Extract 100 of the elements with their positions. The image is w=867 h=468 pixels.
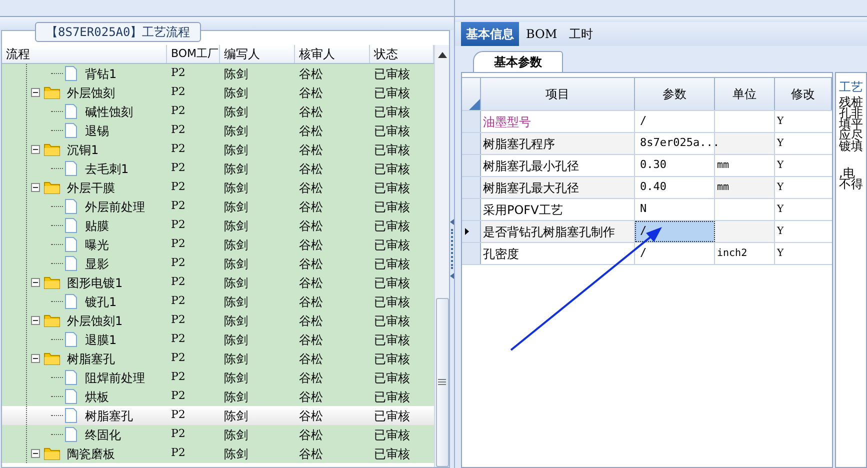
document-icon (65, 294, 77, 309)
tree-label: 曝光 (85, 236, 109, 254)
collapse-icon[interactable] (31, 183, 40, 192)
tree-label: 碱性蚀刻 (85, 104, 133, 120)
collapse-icon[interactable] (31, 88, 40, 97)
table-cell-text: 已审核 (373, 122, 411, 140)
tree-row[interactable]: 沉铜1 P2 陈剑 谷松 已审核 (2, 140, 434, 159)
table-cell-text: 谷松 (298, 370, 324, 386)
tree-row[interactable]: 显影 P2 陈剑 谷松 已审核 (2, 254, 434, 273)
document-icon (65, 427, 77, 442)
table-cell-text: 陈剑 (223, 446, 249, 462)
table-cell-text: P2 (170, 198, 186, 214)
folder-icon (44, 352, 60, 365)
tree-row[interactable]: 外层前处理 P2 陈剑 谷松 已审核 (2, 197, 434, 216)
tree-row[interactable]: 镀孔1 P2 陈剑 谷松 已审核 (2, 292, 434, 311)
tree-row[interactable]: 去毛刺1 P2 陈剑 谷松 已审核 (2, 159, 434, 178)
table-cell-text: 已审核 (373, 218, 411, 234)
column-header[interactable]: 编写人 (220, 45, 295, 63)
tree-row[interactable]: 树脂塞孔 P2 陈剑 谷松 已审核 (2, 349, 434, 368)
description-text: 应尽 (839, 130, 864, 141)
table-cell-text: 谷松 (298, 426, 324, 444)
tree-row[interactable]: 树脂塞孔 P2 陈剑 谷松 已审核 (2, 406, 434, 425)
tree-row[interactable]: 终固化 P2 陈剑 谷松 已审核 (2, 425, 434, 444)
collapse-icon[interactable] (31, 354, 40, 363)
column-header[interactable]: BOM工厂 (167, 45, 220, 63)
table-cell-text: 已审核 (373, 332, 411, 348)
scrollbar-thumb[interactable] (436, 298, 448, 467)
table-cell-text: 陈剑 (223, 332, 249, 348)
tree-row[interactable]: 外层蚀刻1 P2 陈剑 谷松 已审核 (2, 311, 434, 330)
table-cell-text: 谷松 (298, 180, 324, 196)
tree-row[interactable]: 贴膜 P2 陈剑 谷松 已审核 (2, 216, 434, 235)
table-cell[interactable]: / (635, 221, 715, 242)
tree-row[interactable]: 退膜1 P2 陈剑 谷松 已审核 (2, 330, 434, 349)
tree-row[interactable]: 阻焊前处理 P2 陈剑 谷松 已审核 (2, 368, 434, 387)
tree-row[interactable]: 陶瓷磨板 P2 陈剑 谷松 已审核 (2, 444, 434, 463)
tree-row[interactable]: 外层蚀刻 P2 陈剑 谷松 已审核 (2, 83, 434, 102)
document-icon (65, 123, 77, 138)
tree-row[interactable]: 碱性蚀刻 P2 陈剑 谷松 已审核 (2, 102, 434, 121)
table-cell-text: 陈剑 (223, 388, 249, 406)
table-cell-text: P2 (170, 331, 186, 348)
description-text: 填平 (839, 119, 864, 130)
tree-row[interactable]: 曝光 P2 陈剑 谷松 已审核 (2, 235, 434, 254)
table-cell[interactable]: 0.40 (635, 177, 715, 198)
tree-row[interactable]: 图形电镀1 P2 陈剑 谷松 已审核 (2, 273, 434, 292)
column-header[interactable]: 流程 (2, 45, 167, 63)
tab[interactable]: 基本信息 (461, 22, 519, 46)
table-cell: Y (775, 221, 832, 242)
table-cell-text: 谷松 (298, 104, 324, 120)
subtab[interactable]: 基本参数 (473, 51, 563, 72)
document-icon (65, 161, 77, 176)
collapse-icon[interactable] (31, 449, 40, 458)
table-cell[interactable]: 8s7er025a... (635, 133, 715, 154)
description-text: 孔非 (839, 108, 864, 119)
tree-row[interactable]: 退锡 P2 陈剑 谷松 已审核 (2, 121, 434, 140)
collapse-icon[interactable] (31, 145, 40, 154)
row-header[interactable] (462, 221, 481, 242)
collapse-icon[interactable] (31, 316, 40, 325)
description-text: 不得 (839, 179, 864, 190)
table-cell-text: 谷松 (298, 218, 324, 234)
tree-label: 外层蚀刻 (67, 84, 115, 102)
folder-icon (44, 314, 60, 327)
table-cell-text: 谷松 (298, 446, 324, 462)
tree-row[interactable]: 烘板 P2 陈剑 谷松 已审核 (2, 387, 434, 406)
tab[interactable]: BOM (521, 22, 562, 46)
scrollbar[interactable] (434, 45, 449, 467)
table-cell-text: 陈剑 (223, 312, 249, 330)
table-cell-text: 谷松 (298, 256, 324, 272)
table-cell-text: 谷松 (298, 408, 324, 424)
table-cell-text: 谷松 (298, 236, 324, 254)
tree-label: 贴膜 (85, 218, 109, 234)
table-cell-text: P2 (170, 141, 186, 158)
description-text: 残桩 (839, 97, 864, 108)
table-cell-text: P2 (170, 293, 186, 310)
table-cell-text: 谷松 (298, 312, 324, 330)
table-cell-text: 陈剑 (223, 198, 249, 216)
column-header[interactable]: 核审人 (295, 45, 370, 63)
table-cell-text: P2 (170, 350, 186, 366)
table-cell-text: 已审核 (373, 180, 411, 196)
folder-icon (44, 181, 60, 194)
current-row-icon (465, 228, 469, 235)
tab[interactable]: 工时 (564, 22, 598, 46)
table-cell-text: P2 (170, 369, 186, 386)
tree-label: 陶瓷磨板 (67, 446, 115, 462)
collapse-icon[interactable] (31, 278, 40, 287)
document-icon (65, 199, 77, 214)
folder-icon (44, 143, 60, 156)
table-cell-text: 已审核 (373, 388, 411, 406)
table-cell-text: P2 (170, 217, 186, 234)
table-cell-text: 谷松 (298, 294, 324, 310)
table-cell-text: 已审核 (373, 426, 411, 444)
tree-label: 外层蚀刻1 (67, 312, 123, 330)
table-cell-text: P2 (170, 407, 186, 424)
table-cell-text: 陈剑 (223, 160, 249, 178)
table-cell-text: 陈剑 (223, 426, 249, 444)
tree-row[interactable]: 外层干膜 P2 陈剑 谷松 已审核 (2, 178, 434, 197)
tree-row[interactable]: 背钻1 P2 陈剑 谷松 已审核 (2, 64, 434, 83)
scroll-up-icon[interactable] (438, 52, 446, 58)
tree-label: 烘板 (85, 388, 109, 406)
corner-icon[interactable] (469, 99, 480, 110)
table-cell-text: 谷松 (298, 84, 324, 102)
